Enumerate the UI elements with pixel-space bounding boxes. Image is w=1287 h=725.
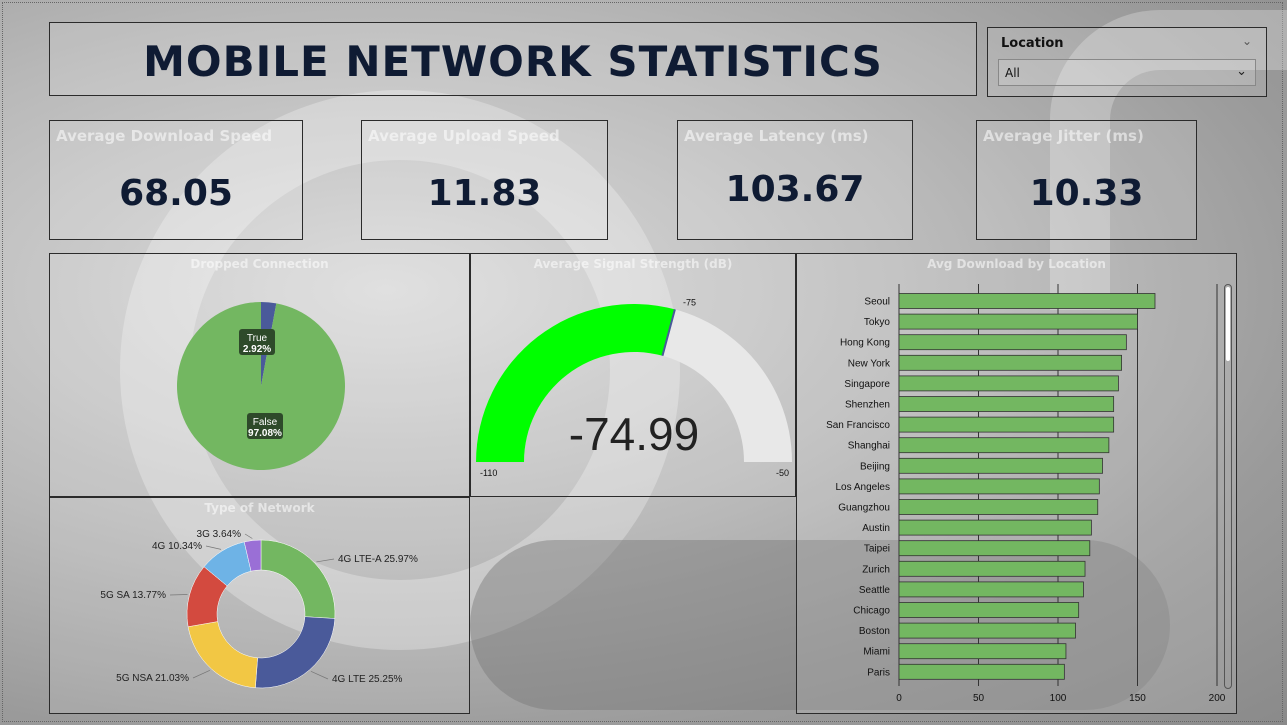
bar <box>898 499 1099 515</box>
network-type-panel: Type of Network 4G LTE-A 25.97% 4G LTE 25… <box>49 497 470 714</box>
y-tick-label: Los Angeles <box>836 482 891 493</box>
data-label: 97.08% <box>248 428 282 439</box>
pie-chart: True2.92% False97.08% <box>177 302 346 470</box>
y-tick-label: Miami <box>863 647 890 658</box>
kpi-title: Average Download Speed <box>56 127 273 145</box>
y-tick-label: Seoul <box>864 297 890 308</box>
kpi-value: 10.33 <box>1029 173 1144 214</box>
slicer-selected-value: All <box>1005 66 1020 80</box>
donut-slice <box>260 539 336 619</box>
kpi-card-upload: Average Upload Speed 11.83 <box>361 120 608 240</box>
bar <box>898 416 1115 433</box>
dropped-connection-panel: Dropped Connection True 2.92% False 97.08% <box>49 253 470 497</box>
title-banner: MOBILE NETWORK STATISTICS <box>49 22 977 96</box>
y-tick-label: Hong Kong <box>840 338 890 349</box>
kpi-card-latency: Average Latency (ms) 103.67 <box>677 120 913 240</box>
kpi-value: 11.83 <box>427 173 542 214</box>
bar <box>898 622 1076 639</box>
slicer-label: Location <box>1001 36 1064 51</box>
y-tick-label: Boston <box>859 626 890 637</box>
donut-chart: 4G LTE-A 25.97% 4G LTE 25.25% 5G NSA 21.03… <box>100 529 418 689</box>
bar <box>898 540 1091 557</box>
leader-line <box>244 533 253 539</box>
gauge-chart: -75 -74.99 -110 -50 <box>476 298 792 478</box>
chevron-down-icon[interactable]: ⌄ <box>1236 64 1247 79</box>
kpi-title: Average Jitter (ms) <box>983 127 1144 145</box>
gauge-max-label: -50 <box>776 468 789 478</box>
gauge-min-label: -110 <box>480 468 497 478</box>
leader-line <box>205 545 222 550</box>
scrollbar-track[interactable] <box>1224 284 1232 689</box>
y-tick-label: Guangzhou <box>838 503 890 514</box>
bar <box>898 396 1115 412</box>
y-tick-label: Taipei <box>864 544 890 555</box>
bar <box>898 437 1110 454</box>
y-tick-label: Shanghai <box>848 441 890 452</box>
data-label: 4G LTE-A 25.97% <box>338 554 418 565</box>
leader-line <box>310 670 329 680</box>
y-tick-label: New York <box>848 358 891 369</box>
kpi-card-download: Average Download Speed 68.05 <box>49 120 303 240</box>
data-label: False <box>253 417 278 428</box>
bar <box>898 375 1119 392</box>
bar <box>898 334 1127 351</box>
donut-slice <box>187 621 258 689</box>
x-tick-label: 200 <box>1209 693 1226 704</box>
donut-slice <box>255 616 336 689</box>
page-title: MOBILE NETWORK STATISTICS <box>143 37 883 86</box>
leader-line <box>192 669 211 679</box>
y-tick-label: Shenzhen <box>845 400 890 411</box>
y-tick-label: Austin <box>862 523 890 534</box>
y-tick-label: Chicago <box>853 606 890 617</box>
kpi-card-jitter: Average Jitter (ms) 10.33 <box>976 120 1197 240</box>
data-label: 4G LTE 25.25% <box>332 674 403 685</box>
signal-strength-panel: Average Signal Strength (dB) -75 -74.99 -1… <box>470 253 796 497</box>
bar <box>898 663 1065 680</box>
data-label: 4G 10.34% <box>152 541 202 552</box>
x-tick-label: 150 <box>1129 693 1146 704</box>
bar <box>898 478 1100 495</box>
bar <box>898 293 1156 309</box>
gauge-value: -74.99 <box>569 408 699 460</box>
bar <box>898 581 1084 598</box>
y-tick-label: San Francisco <box>826 420 890 431</box>
kpi-value: 103.67 <box>725 169 865 210</box>
download-by-location-panel: Avg Download by Location 0 50 100 150 200 Seo… <box>796 253 1237 714</box>
y-tick-label: Paris <box>867 667 890 678</box>
x-tick-label: 50 <box>973 693 985 704</box>
data-label: 3G 3.64% <box>197 529 242 540</box>
kpi-title: Average Latency (ms) <box>684 127 869 145</box>
data-label: 5G SA 13.77% <box>100 590 166 601</box>
chevron-down-icon[interactable]: ⌄ <box>1242 34 1252 48</box>
bar <box>898 313 1138 330</box>
bar <box>898 457 1103 474</box>
x-tick-label: 100 <box>1050 693 1067 704</box>
bar <box>898 560 1086 577</box>
location-dropdown[interactable]: All ⌄ <box>998 59 1256 86</box>
y-tick-label: Zurich <box>862 564 890 575</box>
kpi-title: Average Upload Speed <box>368 127 560 145</box>
bar <box>898 643 1067 660</box>
leader-line <box>169 594 188 596</box>
y-tick-label: Seattle <box>859 585 891 596</box>
leader-line <box>316 558 335 563</box>
y-tick-label: Singapore <box>844 379 890 390</box>
data-label: 2.92% <box>243 344 271 355</box>
bar <box>898 602 1080 618</box>
bar <box>898 354 1123 371</box>
y-tick-label: Tokyo <box>864 317 891 328</box>
x-tick-label: 0 <box>896 693 902 704</box>
scrollbar-thumb[interactable] <box>1226 287 1230 361</box>
bar-chart: 0 50 100 150 200 Seoul Tokyo Hong Kong New York S… <box>826 284 1226 704</box>
gauge-target-label: -75 <box>683 298 696 308</box>
data-label: True <box>247 333 268 344</box>
data-label: 5G NSA 21.03% <box>116 673 189 684</box>
y-tick-label: Beijing <box>860 461 890 472</box>
kpi-value: 68.05 <box>119 173 233 214</box>
location-slicer[interactable]: Location ⌄ All ⌄ <box>987 27 1267 97</box>
bar <box>898 519 1092 536</box>
